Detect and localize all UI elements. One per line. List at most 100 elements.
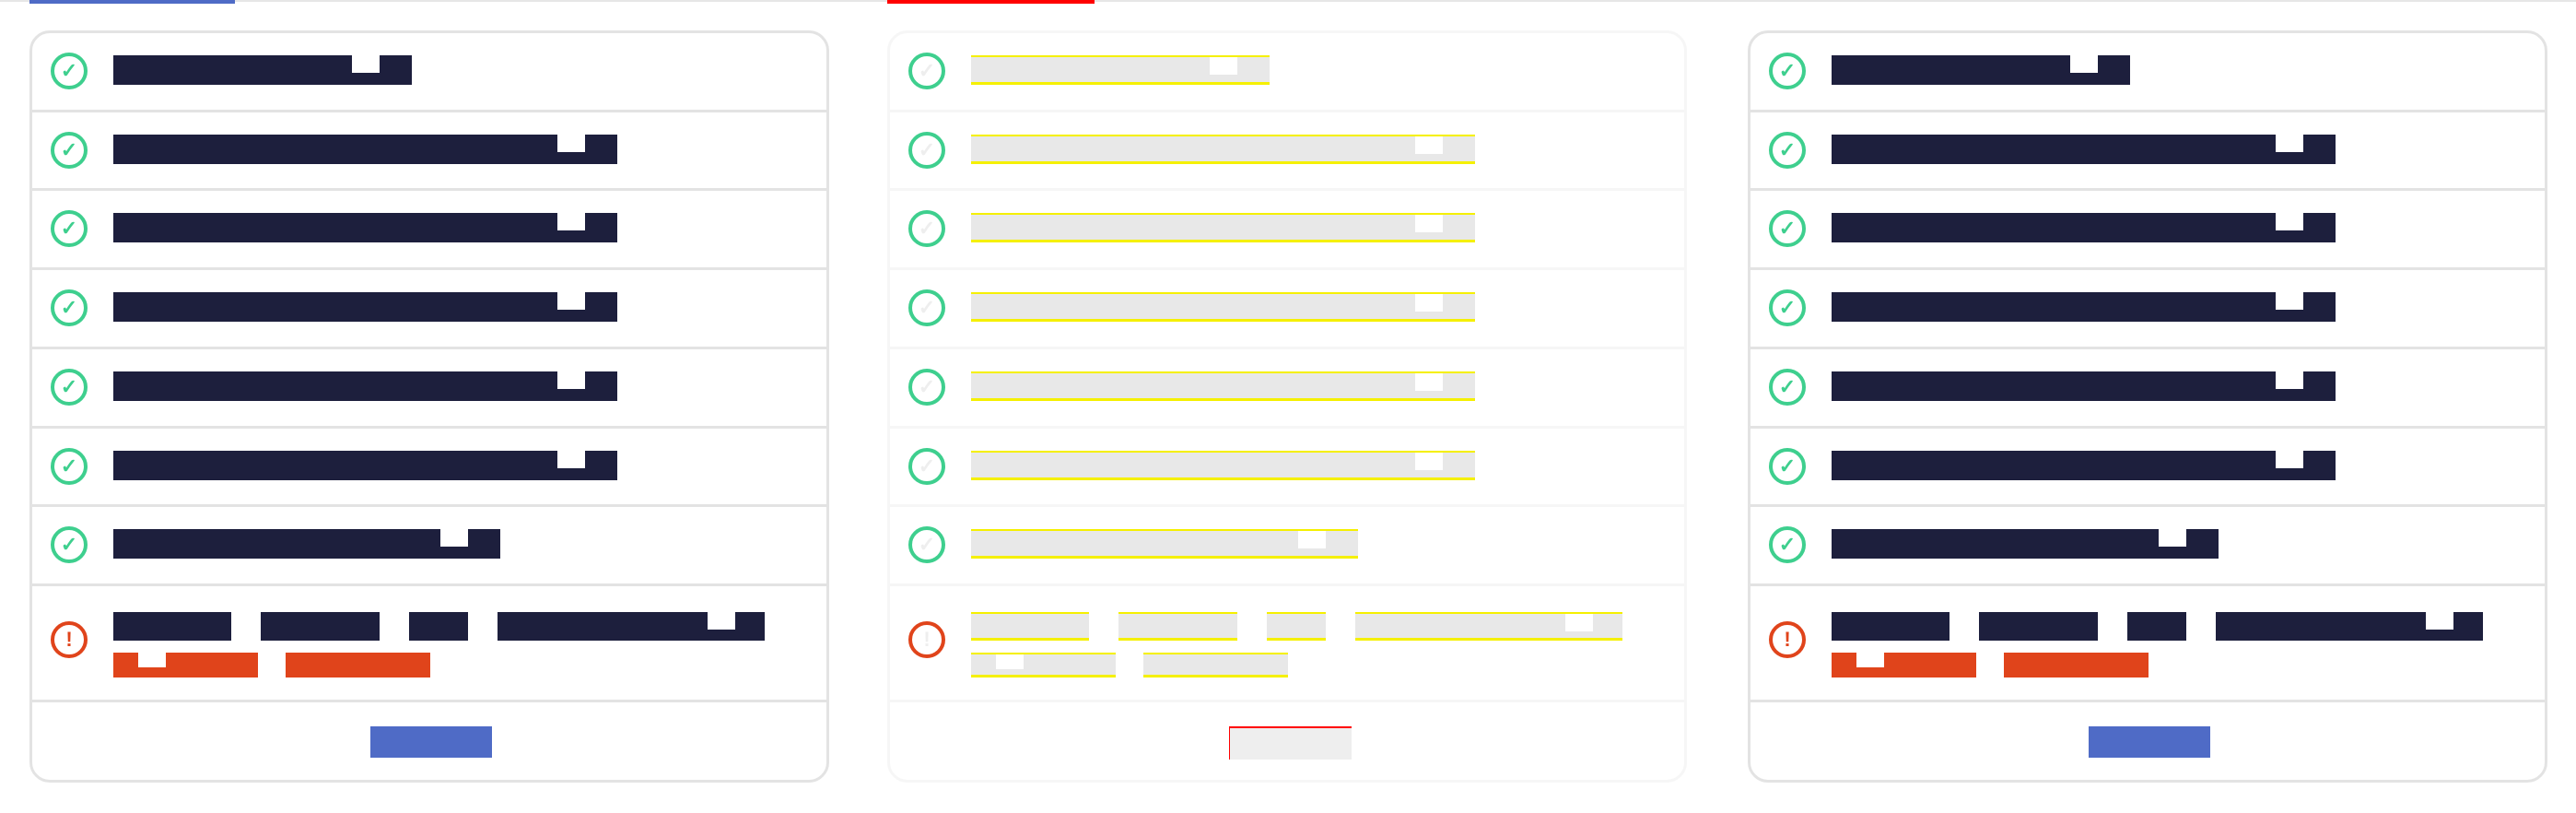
redacted-text	[1832, 213, 2336, 242]
checklist-item: ✓	[1751, 349, 2545, 429]
redacted-text-gap	[2070, 55, 2098, 73]
submit-button[interactable]	[370, 726, 492, 758]
redacted-text	[1832, 55, 2130, 85]
check-circle-icon: ✓	[51, 289, 88, 326]
redacted-text	[971, 529, 1358, 559]
redacted-text	[1832, 451, 2336, 480]
redacted-text	[971, 653, 1116, 678]
redacted-text	[113, 653, 258, 678]
checklist-item: ✓	[1751, 33, 2545, 112]
check-circle-icon: ✓	[908, 132, 945, 169]
redacted-text-gap	[557, 135, 585, 152]
checklist-item: !	[32, 586, 826, 702]
exclamation-circle-icon: !	[1769, 621, 1806, 658]
redacted-text-gap	[2426, 612, 2453, 630]
checklist-item: ✓	[1751, 270, 2545, 349]
card-footer	[890, 702, 1684, 780]
redacted-text-gap	[1298, 531, 1326, 548]
check-circle-icon: ✓	[51, 132, 88, 169]
redacted-text	[409, 612, 468, 641]
check-circle-icon: ✓	[908, 53, 945, 89]
check-circle-icon: ✓	[1769, 369, 1806, 406]
exclamation-circle-icon: !	[51, 621, 88, 658]
check-circle-icon: ✓	[1769, 448, 1806, 485]
panel-1: ✓ ✓ ✓ ✓ ✓ ✓ ✓!	[0, 0, 858, 813]
checklist-item: ✓	[32, 349, 826, 429]
redacted-text	[1832, 529, 2219, 559]
redacted-text-gap	[1415, 373, 1443, 391]
submit-button[interactable]	[1229, 726, 1352, 760]
checklist-item: ✓	[1751, 191, 2545, 270]
redacted-text-gap	[1415, 294, 1443, 312]
submit-button[interactable]	[2089, 726, 2210, 758]
checklist-item: ✓	[32, 270, 826, 349]
check-circle-icon: ✓	[51, 526, 88, 563]
checklist-card: ✓ ✓ ✓ ✓ ✓ ✓ ✓!	[887, 30, 1687, 783]
checklist-item: ✓	[1751, 507, 2545, 586]
check-circle-icon: ✓	[51, 448, 88, 485]
checklist-item: ✓	[32, 507, 826, 586]
redacted-text	[498, 612, 765, 641]
redacted-text	[113, 213, 617, 242]
check-circle-icon: ✓	[51, 369, 88, 406]
checklist-card: ✓ ✓ ✓ ✓ ✓ ✓ ✓!	[29, 30, 829, 783]
redacted-text	[2004, 653, 2149, 678]
redacted-text	[1832, 653, 1976, 678]
redacted-text-gap	[557, 371, 585, 389]
redacted-text	[113, 292, 617, 322]
check-circle-icon: ✓	[1769, 526, 1806, 563]
active-tab-indicator[interactable]	[887, 0, 1095, 4]
redacted-text	[1832, 612, 1950, 641]
redacted-text-gap	[1415, 136, 1443, 154]
redacted-text	[1143, 653, 1288, 678]
redacted-text	[2216, 612, 2483, 641]
checklist-item: ✓	[890, 507, 1684, 586]
checklist-card: ✓ ✓ ✓ ✓ ✓ ✓ ✓!	[1748, 30, 2547, 783]
redacted-text	[1832, 371, 2336, 401]
redacted-text	[113, 612, 231, 641]
redacted-text	[113, 371, 617, 401]
redacted-text-gap	[996, 654, 1024, 669]
check-circle-icon: ✓	[1769, 53, 1806, 89]
checklist-item: ✓	[890, 429, 1684, 507]
checklist-item: !	[1751, 586, 2545, 702]
redacted-text	[113, 135, 617, 164]
redacted-text	[971, 451, 1475, 480]
check-circle-icon: ✓	[908, 369, 945, 406]
redacted-text-gap	[557, 292, 585, 310]
checklist-item: ✓	[890, 112, 1684, 191]
redacted-text-gap	[440, 529, 468, 547]
redacted-text	[113, 529, 500, 559]
active-tab-indicator[interactable]	[29, 0, 235, 4]
checklist-item: ✓	[890, 270, 1684, 349]
redacted-text	[1832, 135, 2336, 164]
checklist-item: ✓	[1751, 112, 2545, 191]
redacted-text-gap	[2276, 451, 2303, 468]
redacted-text	[2127, 612, 2186, 641]
redacted-text-gap	[2276, 213, 2303, 230]
panel-2: ✓ ✓ ✓ ✓ ✓ ✓ ✓!	[858, 0, 1718, 813]
redacted-text-gap	[557, 213, 585, 230]
check-circle-icon: ✓	[1769, 132, 1806, 169]
check-circle-icon: ✓	[51, 53, 88, 89]
redacted-text	[113, 451, 617, 480]
redacted-text-gap	[2159, 529, 2186, 547]
redacted-text	[1979, 612, 2098, 641]
redacted-text-gap	[1856, 653, 1884, 667]
check-circle-icon: ✓	[908, 526, 945, 563]
redacted-text	[971, 612, 1089, 641]
check-circle-icon: ✓	[1769, 289, 1806, 326]
redacted-text-gap	[352, 55, 380, 73]
top-border	[1718, 0, 2576, 2]
redacted-text	[261, 612, 380, 641]
redacted-text	[1267, 612, 1326, 641]
redacted-text	[1118, 612, 1237, 641]
checklist-item: ✓	[32, 33, 826, 112]
redacted-text-gap	[138, 653, 166, 667]
checklist-item: ✓	[32, 112, 826, 191]
checklist-item: ✓	[890, 349, 1684, 429]
redacted-text	[971, 292, 1475, 322]
checklist-item: !	[890, 586, 1684, 702]
redacted-text	[1355, 612, 1622, 641]
redacted-text-gap	[557, 451, 585, 468]
